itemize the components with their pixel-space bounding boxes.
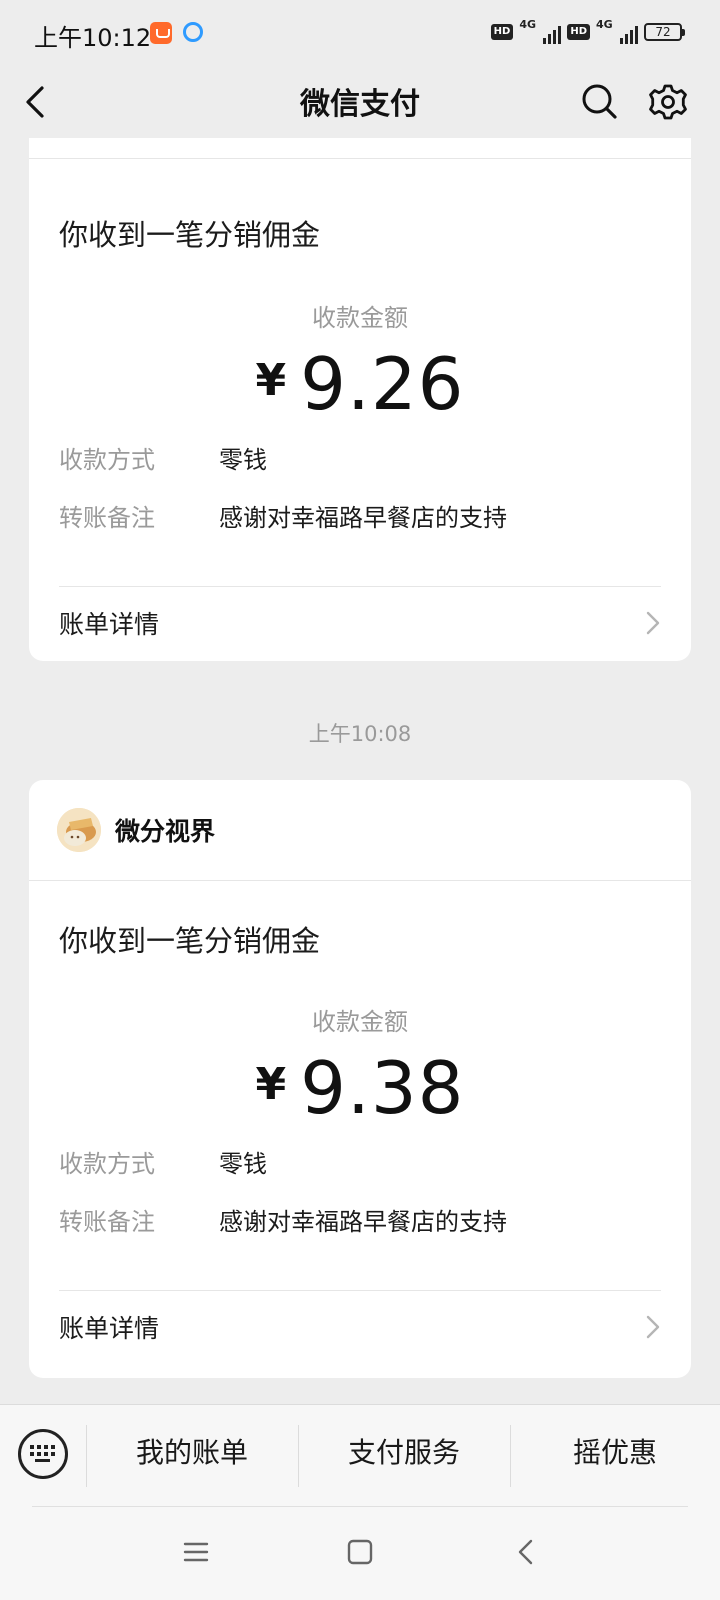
amount-display: ¥9.38	[29, 1046, 691, 1130]
menu-payment-services[interactable]: 支付服务	[298, 1431, 510, 1471]
home-button[interactable]	[340, 1532, 380, 1572]
divider	[29, 880, 691, 881]
system-nav-bar	[0, 1506, 720, 1600]
time-separator: 上午10:08	[308, 722, 412, 746]
amount-display: ¥9.26	[29, 342, 691, 426]
transfer-note-key: 转账备注	[59, 1208, 155, 1236]
signal-icon: 4G	[519, 18, 562, 44]
settings-button[interactable]	[640, 74, 696, 130]
browser-app-icon	[183, 22, 203, 42]
merchant-name: 微分视界	[115, 817, 216, 846]
keyboard-toggle-button[interactable]	[18, 1429, 68, 1479]
chevron-left-icon	[518, 1539, 533, 1565]
search-button[interactable]	[572, 74, 628, 130]
amount-value: 9.38	[300, 1046, 465, 1130]
shopping-app-icon	[150, 22, 172, 44]
keyboard-icon	[30, 1445, 55, 1462]
menu-shake-offers[interactable]: 摇优惠	[510, 1431, 720, 1471]
notice-title: 你收到一笔分销佣金	[59, 218, 321, 252]
transfer-note-value: 感谢对幸福路早餐店的支持	[219, 504, 507, 532]
status-time: 上午10:12	[34, 24, 152, 52]
signal-icon: 4G	[596, 18, 638, 44]
status-indicators: HD 4G HD 4G 72	[490, 18, 685, 44]
transfer-note-row: 转账备注 感谢对幸福路早餐店的支持	[59, 498, 507, 533]
bill-detail-link[interactable]: 账单详情	[29, 587, 691, 659]
notice-title: 你收到一笔分销佣金	[59, 924, 321, 958]
recent-apps-button[interactable]	[176, 1532, 216, 1572]
amount-value: 9.26	[300, 342, 465, 426]
bottom-menu: 我的账单 支付服务 摇优惠	[0, 1404, 720, 1507]
chevron-left-icon	[26, 86, 44, 118]
payment-method-row: 收款方式 零钱	[59, 440, 267, 475]
back-button[interactable]	[16, 74, 72, 130]
transfer-note-value: 感谢对幸福路早餐店的支持	[219, 1208, 507, 1236]
currency-symbol: ¥	[255, 1059, 287, 1110]
nav-bar: 微信支付	[0, 66, 720, 138]
payment-method-key: 收款方式	[59, 446, 155, 474]
network-type-label: 4G	[519, 18, 537, 31]
hd-badge: HD	[490, 24, 514, 40]
menu-my-bills[interactable]: 我的账单	[86, 1431, 298, 1471]
chevron-right-icon	[646, 1315, 660, 1339]
payment-card: 你收到一笔分销佣金 收款金额 ¥9.26 收款方式 零钱 转账备注 感谢对幸福路…	[29, 138, 691, 661]
transfer-note-row: 转账备注 感谢对幸福路早餐店的支持	[59, 1202, 507, 1237]
menu-icon	[183, 1542, 209, 1562]
network-type-label: 4G	[596, 18, 613, 31]
payment-method-value: 零钱	[219, 446, 267, 474]
amount-label: 收款金额	[312, 304, 408, 332]
payment-method-key: 收款方式	[59, 1150, 155, 1178]
payment-method-row: 收款方式 零钱	[59, 1144, 267, 1179]
bread-icon	[57, 808, 101, 852]
system-back-button[interactable]	[507, 1532, 547, 1572]
transfer-note-key: 转账备注	[59, 504, 155, 532]
chevron-right-icon	[646, 611, 660, 635]
amount-label: 收款金额	[312, 1008, 408, 1036]
payment-card: 微分视界 你收到一笔分销佣金 收款金额 ¥9.38 收款方式 零钱 转账备注 感…	[29, 780, 691, 1378]
search-icon	[582, 84, 617, 119]
bill-detail-link[interactable]: 账单详情	[29, 1291, 691, 1363]
payment-method-value: 零钱	[219, 1150, 267, 1178]
hd-badge: HD	[567, 24, 590, 40]
status-bar: 上午10:12 HD 4G HD 4G 72	[0, 0, 720, 66]
divider	[32, 1506, 688, 1507]
merchant-avatar	[57, 808, 101, 852]
divider	[29, 158, 691, 159]
bill-detail-label: 账单详情	[59, 610, 160, 639]
merchant-header[interactable]: 微分视界	[29, 780, 691, 880]
battery-icon: 72	[644, 23, 685, 41]
gear-icon	[649, 84, 687, 120]
bill-detail-label: 账单详情	[59, 1314, 160, 1343]
currency-symbol: ¥	[255, 355, 287, 406]
home-square-icon	[347, 1539, 373, 1565]
